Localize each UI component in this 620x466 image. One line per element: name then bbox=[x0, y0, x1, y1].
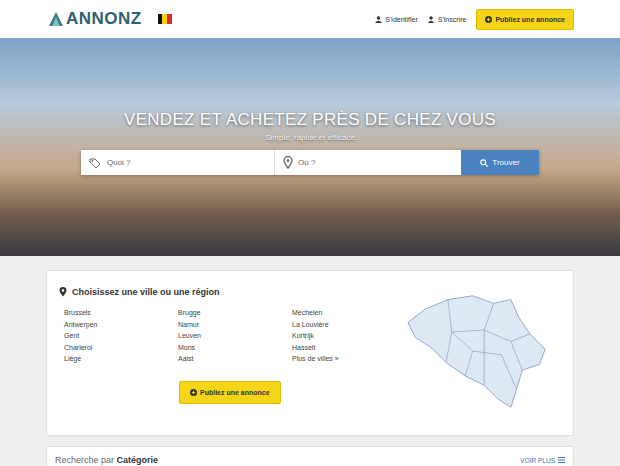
plus-circle-icon bbox=[485, 16, 492, 23]
see-more-link[interactable]: VOIR PLUS bbox=[520, 457, 565, 464]
where-field[interactable]: Où ? bbox=[274, 150, 461, 175]
where-placeholder: Où ? bbox=[298, 158, 315, 167]
plus-circle-icon bbox=[190, 389, 197, 396]
cities-card: Choisissez une ville ou une région Bruss… bbox=[46, 270, 574, 436]
city-link[interactable]: La Louvière bbox=[292, 319, 406, 331]
city-link[interactable]: Aalst bbox=[178, 353, 292, 365]
cities-title: Choisissez une ville ou une région bbox=[59, 287, 406, 297]
city-link[interactable]: Leuven bbox=[178, 330, 292, 342]
city-link[interactable]: Brussels bbox=[64, 307, 178, 319]
belgium-flag-icon[interactable] bbox=[158, 14, 172, 24]
user-plus-icon bbox=[428, 16, 435, 23]
city-link[interactable]: Gent bbox=[64, 330, 178, 342]
page: ANNONZ S'identifier S'inscrire Publiez u… bbox=[0, 0, 620, 466]
search-button[interactable]: Trouver bbox=[461, 150, 539, 175]
publish-button[interactable]: Publiez une annonce bbox=[476, 9, 574, 30]
search-icon bbox=[480, 159, 488, 167]
what-placeholder: Quoi ? bbox=[107, 158, 131, 167]
triangle-logo-icon bbox=[48, 11, 64, 27]
city-column: BruggeNamurLeuvenMonsAalst bbox=[178, 307, 292, 365]
city-link[interactable]: Charleroi bbox=[64, 342, 178, 354]
city-link[interactable]: Antwerpen bbox=[64, 319, 178, 331]
logo-text: ANNONZ bbox=[66, 9, 142, 29]
city-link[interactable]: Namur bbox=[178, 319, 292, 331]
city-link[interactable]: Liège bbox=[64, 353, 178, 365]
city-link[interactable]: Plus de villes » bbox=[292, 353, 406, 365]
map-pin-icon bbox=[283, 156, 293, 169]
city-column: BrusselsAntwerpenGentCharleroiLiège bbox=[64, 307, 178, 365]
login-link[interactable]: S'identifier bbox=[375, 16, 417, 23]
content: Choisissez une ville ou une région Bruss… bbox=[0, 256, 620, 466]
belgium-map[interactable] bbox=[406, 291, 549, 413]
user-icon bbox=[375, 16, 382, 23]
what-field[interactable]: Quoi ? bbox=[81, 150, 274, 175]
tags-icon bbox=[89, 157, 102, 169]
city-link[interactable]: Mons bbox=[178, 342, 292, 354]
city-link[interactable]: Kortrijk bbox=[292, 330, 406, 342]
city-columns: BrusselsAntwerpenGentCharleroiLiègeBrugg… bbox=[59, 307, 406, 365]
categories-card: Recherche par Catégorie VOIR PLUS bbox=[46, 446, 574, 466]
publish-button[interactable]: Publiez une annonce bbox=[179, 381, 281, 404]
city-link[interactable]: Hasselt bbox=[292, 342, 406, 354]
header-actions: S'identifier S'inscrire Publiez une anno… bbox=[375, 9, 574, 30]
city-link[interactable]: Mechelen bbox=[292, 307, 406, 319]
brand[interactable]: ANNONZ bbox=[48, 9, 172, 29]
map-pin-icon bbox=[59, 287, 67, 297]
city-link[interactable]: Brugge bbox=[178, 307, 292, 319]
list-icon bbox=[558, 457, 565, 463]
hero-title: VENDEZ ET ACHETEZ PRÈS DE CHEZ VOUS bbox=[124, 110, 496, 130]
city-column: MechelenLa LouvièreKortrijkHasseltPlus d… bbox=[292, 307, 406, 365]
search-bar: Quoi ? Où ? Trouver bbox=[81, 150, 539, 175]
hero-banner: VENDEZ ET ACHETEZ PRÈS DE CHEZ VOUS Simp… bbox=[0, 38, 620, 256]
categories-title: Recherche par Catégorie bbox=[55, 455, 158, 465]
register-link[interactable]: S'inscrire bbox=[428, 16, 467, 23]
header: ANNONZ S'identifier S'inscrire Publiez u… bbox=[0, 0, 620, 38]
hero-subtitle: Simple, rapide et efficace bbox=[265, 133, 355, 142]
